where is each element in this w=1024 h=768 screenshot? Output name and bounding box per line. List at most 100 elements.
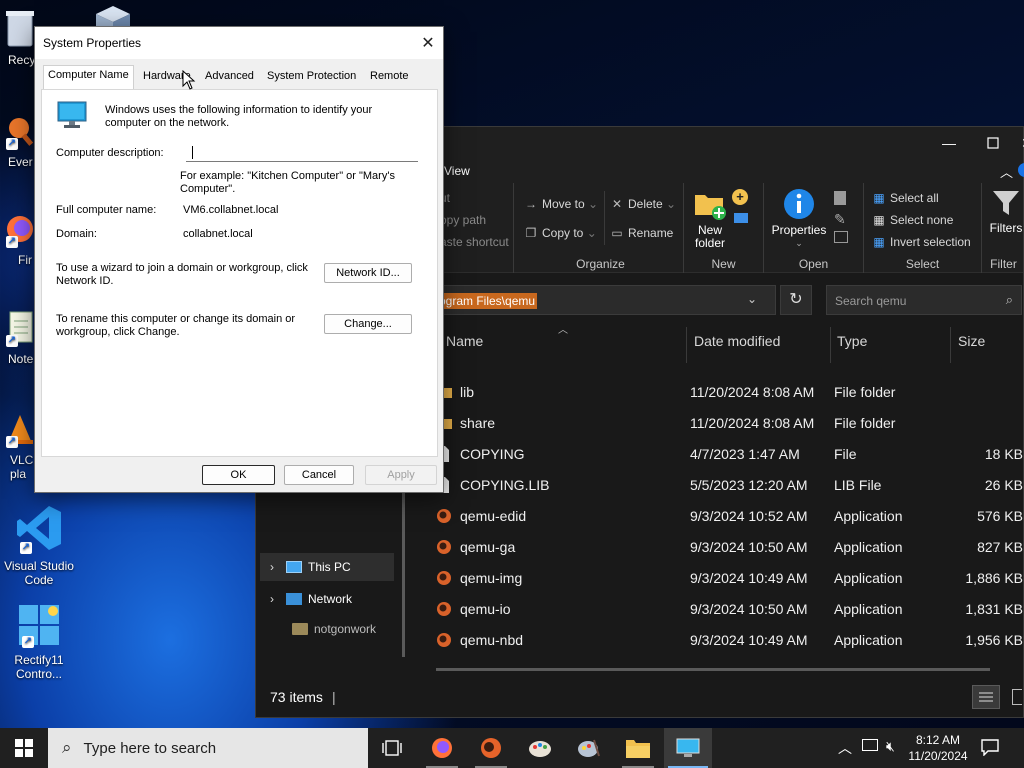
tab-system-protection[interactable]: System Protection <box>263 67 360 89</box>
copy-to-label: Copy to <box>542 226 584 240</box>
copy-path-button[interactable]: opy path <box>440 213 486 227</box>
taskbar-firefox[interactable] <box>418 728 466 768</box>
tab-view[interactable]: View <box>444 164 470 178</box>
file-row[interactable]: COPYING.LIB 5/5/2023 12:20 AM LIB File 26 K… <box>416 470 1023 501</box>
select-none-button[interactable]: ▦ Select none <box>872 213 953 227</box>
open-icon[interactable] <box>834 191 846 205</box>
address-dropdown-icon[interactable]: ⌄ <box>747 292 757 306</box>
taskbar-paint-alt[interactable] <box>565 728 613 768</box>
network-id-button[interactable]: Network ID... <box>324 263 412 283</box>
address-path[interactable]: ogram Files\qemu <box>437 293 538 309</box>
desktop-icon-rectify11[interactable]: ↗ Rectify11 Contro... <box>0 600 78 681</box>
filters-button[interactable]: Filters <box>984 187 1024 235</box>
file-row[interactable]: share 11/20/2024 8:08 AM File folder <box>416 408 1023 439</box>
properties-label: Properties <box>771 223 827 237</box>
file-row[interactable]: qemu-ga 9/3/2024 10:50 AM Application 827 K… <box>416 532 1023 563</box>
properties-button[interactable]: Properties ⌄ <box>770 187 828 250</box>
file-type: LIB File <box>834 477 882 493</box>
tab-computer-name[interactable]: Computer Name <box>43 65 134 90</box>
collapse-ribbon-icon[interactable]: ︿ <box>1000 162 1013 181</box>
history-icon[interactable] <box>834 231 848 243</box>
tab-advanced[interactable]: Advanced <box>201 67 258 89</box>
horizontal-scrollbar[interactable] <box>436 668 990 671</box>
shortcut-arrow-icon: ↗ <box>6 436 18 448</box>
column-header-type[interactable]: Type <box>837 333 867 349</box>
taskbar-qemu[interactable] <box>467 728 515 768</box>
easy-access-icon[interactable] <box>734 213 748 223</box>
network-tray-icon[interactable] <box>862 739 878 751</box>
notifications-button[interactable] <box>980 738 1000 757</box>
taskbar-search-box[interactable]: ⌕ Type here to search <box>48 728 368 768</box>
cancel-button[interactable]: Cancel <box>284 465 354 485</box>
desktop-icon-vscode[interactable]: ↗ Visual Studio Code <box>0 500 78 587</box>
clock[interactable]: 8:12 AM 11/20/2024 <box>906 732 970 764</box>
file-row[interactable]: COPYING 4/7/2023 1:47 AM File 18 KB <box>416 439 1023 470</box>
volume-muted-icon[interactable]: 🔇︎ <box>886 738 895 755</box>
file-row[interactable]: qemu-edid 9/3/2024 10:52 AM Application 576… <box>416 501 1023 532</box>
select-all-button[interactable]: ▦ Select all <box>872 191 938 205</box>
details-view-button[interactable] <box>972 685 1000 709</box>
select-all-icon: ▦ <box>873 191 885 205</box>
paste-shortcut-button[interactable]: aste shortcut <box>440 235 509 249</box>
qemu-app-icon <box>436 632 452 647</box>
apply-button[interactable]: Apply <box>365 465 437 485</box>
new-folder-button[interactable]: New folder <box>690 187 730 250</box>
address-bar[interactable]: ogram Files\qemu ⌄ <box>436 285 776 315</box>
column-separator <box>686 327 687 363</box>
task-view-icon <box>382 740 402 756</box>
expand-chevron-icon[interactable]: › <box>270 560 274 574</box>
taskbar-file-explorer[interactable] <box>614 728 662 768</box>
sort-arrow-icon: ︿ <box>558 325 568 336</box>
copy-to-button[interactable]: ❐ Copy to ⌄ <box>524 226 597 240</box>
show-hidden-icons-icon[interactable]: ︿ <box>838 738 852 758</box>
column-header-date[interactable]: Date modified <box>694 333 780 349</box>
taskbar-paint[interactable] <box>516 728 564 768</box>
ribbon-group-filter: Filters Filter <box>982 183 1024 273</box>
qemu-app-icon <box>436 601 452 616</box>
tiles-view-button[interactable] <box>1012 689 1022 705</box>
invert-selection-button[interactable]: ▦ Invert selection <box>872 235 970 249</box>
refresh-button[interactable]: ↻ <box>780 285 812 315</box>
file-row[interactable]: qemu-io 9/3/2024 10:50 AM Application 1,831… <box>416 594 1023 625</box>
nav-item-this-pc[interactable]: › This PC <box>260 553 394 581</box>
delete-button[interactable]: ✕ Delete ⌄ <box>610 197 676 211</box>
taskbar-system-properties[interactable] <box>664 728 712 768</box>
new-item-button[interactable]: + <box>732 189 748 205</box>
dialog-titlebar[interactable]: System Properties ✕ <box>35 27 443 59</box>
search-input[interactable]: Search qemu ⌕ <box>826 285 1022 315</box>
minimize-button[interactable]: — <box>926 127 972 159</box>
close-button[interactable]: ✕ <box>1004 127 1024 159</box>
column-header-name[interactable]: Name <box>446 333 483 349</box>
clock-date: 11/20/2024 <box>908 749 968 763</box>
ribbon-group-organize: → Move to ⌄ ❐ Copy to ⌄ ✕ Delete ⌄ ▭ Rename … <box>518 183 684 273</box>
rename-button[interactable]: ▭ Rename <box>610 226 673 240</box>
dialog-close-button[interactable]: ✕ <box>413 27 443 59</box>
file-date-modified: 9/3/2024 10:49 AM <box>690 570 808 586</box>
shortcut-arrow-icon: ↗ <box>6 236 18 248</box>
column-header-size[interactable]: Size <box>958 333 985 349</box>
minimize-icon: — <box>942 135 956 151</box>
file-explorer-icon <box>626 740 650 758</box>
computer-description-input[interactable] <box>186 142 418 162</box>
ok-button[interactable]: OK <box>202 465 275 485</box>
properties-icon <box>784 189 814 219</box>
file-name: qemu-edid <box>460 508 527 524</box>
file-row[interactable]: qemu-nbd 9/3/2024 10:49 AM Application 1,95… <box>416 625 1023 656</box>
nav-item-notgonwork[interactable]: notgonwork <box>256 615 396 643</box>
filters-label: Filters <box>989 221 1023 235</box>
file-row[interactable]: lib 11/20/2024 8:08 AM File folder <box>416 377 1023 408</box>
edit-icon[interactable]: ✎ <box>834 211 846 228</box>
move-to-button[interactable]: → Move to ⌄ <box>524 197 598 211</box>
tab-remote[interactable]: Remote <box>366 67 413 89</box>
shortcut-arrow-icon: ↗ <box>22 636 34 648</box>
task-view-button[interactable] <box>368 728 416 768</box>
qemu-app-icon <box>436 570 452 585</box>
help-icon[interactable] <box>1018 163 1024 177</box>
rectify11-icon: ↗ <box>14 600 64 650</box>
nav-item-network[interactable]: › Network <box>260 585 394 613</box>
expand-chevron-icon[interactable]: › <box>270 592 274 606</box>
desktop-icon-label: Visual Studio Code <box>4 559 74 587</box>
change-button[interactable]: Change... <box>324 314 412 334</box>
file-row[interactable]: qemu-img 9/3/2024 10:49 AM Application 1,88… <box>416 563 1023 594</box>
start-button[interactable] <box>0 728 48 768</box>
